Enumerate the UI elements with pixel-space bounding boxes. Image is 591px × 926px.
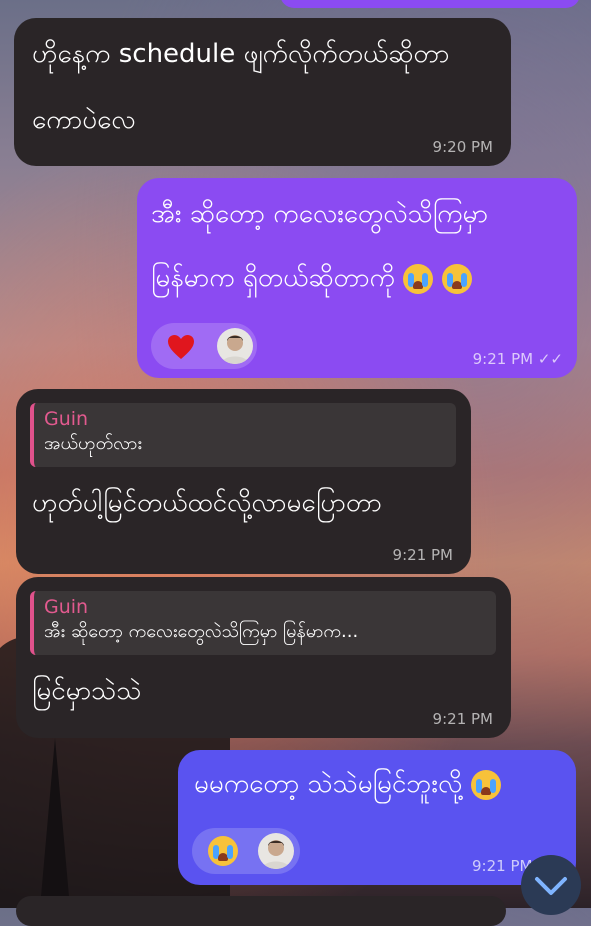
previous-message-bubble[interactable]	[280, 0, 580, 8]
message-text-line: မမကတော့ သဲသဲမမြင်ဘူးလို့	[194, 764, 501, 804]
reaction-chip[interactable]	[151, 323, 257, 369]
incoming-message-bubble[interactable]: ဟိုနေ့က schedule ဖျက်လိုက်တယ်ဆိုတာ ကောပဲ…	[14, 18, 511, 166]
avatar	[258, 833, 294, 869]
outgoing-message-bubble[interactable]: အီး ဆိုတော့ ကလေးတွေလဲသိကြမှာ မြန်မာက ရှိ…	[137, 178, 577, 378]
reply-preview[interactable]: Guin အီး ဆိုတော့ ကလေးတွေလဲသိကြမှာ မြန်မာ…	[30, 591, 496, 655]
reply-quoted-text: အီး ဆိုတော့ ကလေးတွေလဲသိကြမှာ မြန်မာက...	[44, 621, 359, 642]
reply-sender-name: Guin	[44, 408, 89, 430]
reply-quoted-text: အယ်ဟုတ်လား	[44, 433, 142, 454]
message-time: 9:21 PM	[432, 710, 493, 728]
outgoing-message-bubble[interactable]: မမကတော့ သဲသဲမမြင်ဘူးလို့ 9:21 PM	[178, 750, 576, 885]
incoming-message-bubble[interactable]: Guin အယ်ဟုတ်လား ဟုတ်ပါ့မြင်တယ်ထင်လို့လာမ…	[16, 389, 471, 574]
incoming-message-bubble[interactable]: Guin အီး ဆိုတော့ ကလေးတွေလဲသိကြမှာ မြန်မာ…	[16, 577, 511, 738]
message-text-line: ဟုတ်ပါ့မြင်တယ်ထင်လို့လာမပြောတာ	[32, 488, 382, 518]
crying-emoji-icon	[441, 263, 472, 294]
reaction-chip[interactable]	[192, 828, 300, 874]
chevron-down-icon	[535, 877, 567, 895]
reply-preview[interactable]: Guin အယ်ဟုတ်လား	[30, 403, 456, 467]
crying-emoji-icon	[470, 769, 501, 800]
message-text-line: အီး ဆိုတော့ ကလေးတွေလဲသိကြမှာ	[151, 199, 489, 229]
crying-emoji-icon	[208, 836, 238, 866]
message-time: 9:20 PM	[432, 138, 493, 156]
message-text-line: မြင်မှာသဲသဲ	[32, 676, 142, 706]
heart-icon	[168, 335, 194, 359]
crying-emoji-icon	[403, 263, 434, 294]
reply-sender-name: Guin	[44, 596, 89, 618]
message-time: 9:21 PM ✓✓	[472, 350, 563, 368]
read-checkmarks-icon: ✓✓	[537, 350, 563, 368]
message-text-line: ဟိုနေ့က schedule ဖျက်လိုက်တယ်ဆိုတာ	[32, 39, 450, 69]
message-time: 9:21 PM	[392, 546, 453, 564]
avatar	[217, 328, 253, 364]
scroll-down-button[interactable]	[521, 855, 581, 915]
message-text-line: ကောပဲလေ	[32, 105, 136, 135]
next-message-bubble[interactable]	[16, 896, 506, 926]
message-text-line: မြန်မာက ရှိတယ်ဆိုတာကို	[151, 258, 472, 298]
